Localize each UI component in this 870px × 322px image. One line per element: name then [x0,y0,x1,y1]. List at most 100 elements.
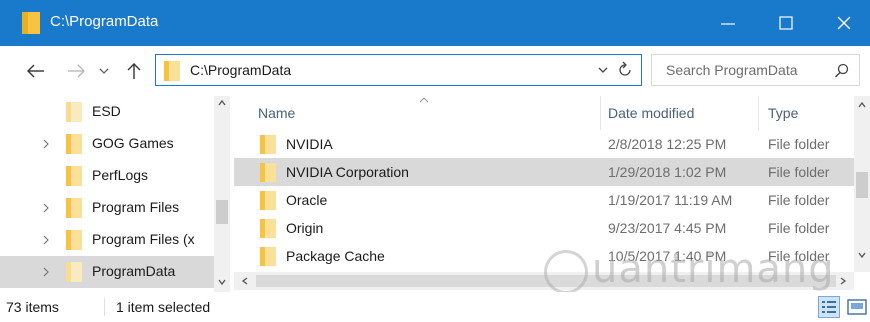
nav-scrollbar-thumb[interactable] [216,200,228,224]
folder-icon [22,12,40,34]
file-name: Package Cache [286,248,385,264]
column-header-type[interactable]: Type [768,105,798,121]
address-bar[interactable]: C:\ProgramData [155,54,642,86]
chevron-down-icon[interactable] [596,63,610,77]
arrow-left-icon [27,64,44,78]
maximize-icon [779,16,793,30]
chevron-left-icon[interactable] [240,276,250,286]
close-icon [837,16,851,30]
nav-item-programdata[interactable]: ProgramData [0,256,214,288]
large-icons-view-icon [847,299,867,315]
folder-icon [260,191,276,210]
column-divider[interactable] [600,96,601,130]
file-date: 9/23/2017 4:45 PM [608,220,727,236]
address-path[interactable]: C:\ProgramData [190,62,291,78]
horizontal-scrollbar-thumb[interactable] [256,275,836,287]
chevron-down-icon[interactable] [857,250,867,260]
nav-item-gog-games[interactable]: GOG Games [0,128,214,160]
address-row: C:\ProgramData Search ProgramData [0,46,870,96]
chevron-down-icon[interactable] [217,277,227,287]
folder-icon [260,135,276,154]
folder-icon [66,102,82,122]
file-name: NVIDIA [286,136,333,152]
chevron-right-icon[interactable] [40,138,52,150]
column-divider[interactable] [758,96,759,130]
file-list-horizontal-scrollbar[interactable] [234,272,854,290]
chevron-up-icon[interactable] [857,100,867,110]
file-date: 1/19/2017 11:19 AM [608,192,733,208]
minimize-button[interactable] [700,0,756,46]
file-type: File folder [768,248,830,264]
file-date: 10/5/2017 1:40 PM [608,248,727,264]
file-row-package-cache[interactable]: Package Cache 10/5/2017 1:40 PM File fol… [234,242,854,270]
folder-icon [260,219,276,238]
search-input[interactable]: Search ProgramData [651,54,860,86]
folder-icon [66,166,82,186]
window-title: C:\ProgramData [50,13,159,30]
selection-count: 1 item selected [116,299,211,315]
file-row-nvidia-corporation[interactable]: NVIDIA Corporation 1/29/2018 1:02 PM Fil… [234,158,854,186]
file-type: File folder [768,164,830,180]
file-row-oracle[interactable]: Oracle 1/19/2017 11:19 AM File folder [234,186,854,214]
file-name: Origin [286,220,324,236]
status-divider [104,298,105,316]
back-button[interactable] [24,60,48,82]
arrow-up-icon [127,63,141,79]
navigation-pane: ESD GOG Games PerfLogs Program Files Pro… [0,96,230,292]
large-icons-view-button[interactable] [846,296,868,318]
nav-item-label: GOG Games [92,135,174,151]
file-row-nvidia[interactable]: NVIDIA 2/8/2018 12:25 PM File folder [234,130,854,158]
folder-icon [66,198,82,218]
nav-item-program-files[interactable]: Program Files [0,192,214,224]
chevron-right-icon[interactable] [838,276,848,286]
up-button[interactable] [122,60,146,82]
file-type: File folder [768,136,830,152]
nav-item-label: ESD [92,103,121,119]
nav-item-program-files-x86[interactable]: Program Files (x [0,224,214,256]
refresh-icon[interactable] [616,61,634,79]
chevron-up-icon[interactable] [217,98,227,108]
search-placeholder: Search ProgramData [666,62,798,78]
details-view-button[interactable] [818,296,840,318]
vertical-scrollbar-thumb[interactable] [856,172,868,198]
nav-item-label: Program Files (x [92,231,195,247]
file-row-origin[interactable]: Origin 9/23/2017 4:45 PM File folder [234,214,854,242]
folder-icon [66,134,82,154]
file-type: File folder [768,220,830,236]
file-name: Oracle [286,192,328,208]
column-header-name[interactable]: Name [258,105,295,121]
item-count: 73 items [6,299,59,315]
file-date: 1/29/2018 1:02 PM [608,164,727,180]
nav-item-perflogs[interactable]: PerfLogs [0,160,214,192]
details-view-icon [822,301,836,313]
close-button[interactable] [816,0,870,46]
forward-button[interactable] [64,60,88,82]
search-icon[interactable] [834,63,850,79]
chevron-down-icon [99,68,109,74]
chevron-right-icon[interactable] [40,234,52,246]
file-name: NVIDIA Corporation [286,164,409,180]
file-list-vertical-scrollbar[interactable] [854,96,870,272]
folder-icon [66,262,82,282]
folder-icon [164,61,180,81]
nav-item-label: PerfLogs [92,167,149,183]
status-bar: 73 items 1 item selected [0,292,870,322]
minimize-icon [721,23,735,25]
nav-item-esd[interactable]: ESD [0,96,214,128]
arrow-right-icon [68,64,85,78]
title-bar: C:\ProgramData [0,0,870,46]
folder-icon [260,163,276,182]
chevron-right-icon[interactable] [40,266,52,278]
maximize-button[interactable] [758,0,814,46]
column-headers: Name Date modified Type [234,96,854,130]
folder-icon [260,247,276,266]
nav-item-label: Program Files [92,199,180,215]
folder-icon [66,230,82,250]
file-list: Name Date modified Type NVIDIA 2/8/2018 … [234,96,870,292]
nav-scrollbar[interactable] [214,96,230,292]
recent-locations-button[interactable] [96,60,112,82]
chevron-right-icon[interactable] [40,202,52,214]
column-header-date[interactable]: Date modified [608,105,694,121]
file-type: File folder [768,192,830,208]
nav-item-label: ProgramData [92,263,176,279]
